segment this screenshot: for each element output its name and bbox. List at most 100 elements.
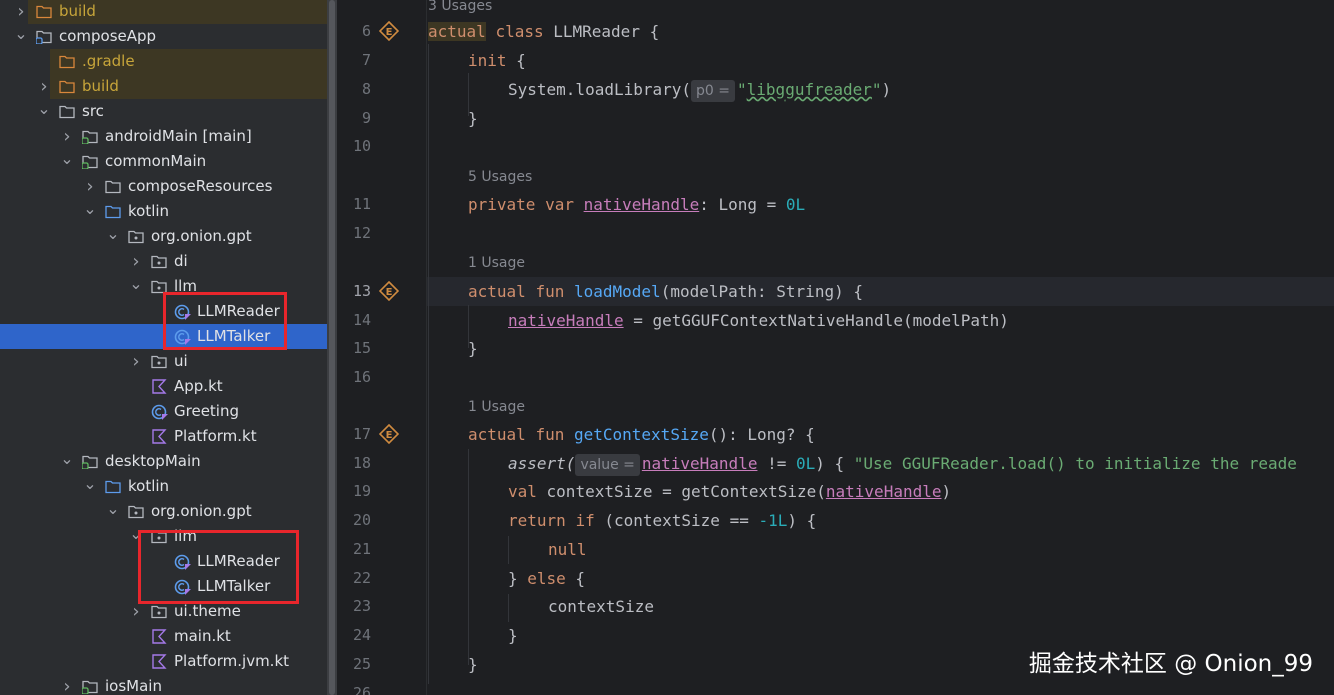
chevron-right-icon[interactable]: › bbox=[129, 349, 143, 374]
line-number: 6 bbox=[361, 22, 371, 40]
tree-item[interactable]: Platform.kt bbox=[0, 424, 327, 449]
chevron-down-icon[interactable]: ⌄ bbox=[106, 499, 120, 524]
kotlin-file-icon bbox=[151, 379, 167, 394]
chevron-down-icon[interactable]: ⌄ bbox=[83, 474, 97, 499]
line-number: 18 bbox=[352, 454, 371, 472]
chevron-down-icon[interactable]: ⌄ bbox=[14, 24, 28, 49]
folder-blue-icon bbox=[105, 204, 121, 219]
tree-item[interactable]: › ui bbox=[0, 349, 327, 374]
line-number: 26 bbox=[352, 684, 371, 695]
chevron-down-icon[interactable]: ⌄ bbox=[60, 149, 74, 174]
inlay-hint-p0: p0 = bbox=[691, 80, 736, 102]
folder-orange-icon bbox=[59, 79, 75, 94]
tree-item[interactable]: › build bbox=[17, 0, 327, 24]
chevron-down-icon[interactable]: ⌄ bbox=[60, 449, 74, 474]
code-line-14[interactable]: nativeHandle = getGGUFContextNativeHandl… bbox=[508, 306, 1009, 335]
code-line-23[interactable]: contextSize bbox=[548, 592, 654, 621]
code-line-17[interactable]: actual fun getContextSize(): Long? { bbox=[468, 420, 815, 449]
chevron-right-icon[interactable]: › bbox=[83, 174, 97, 199]
code-line-6[interactable]: actual class LLMReader { bbox=[428, 17, 659, 46]
chevron-right-icon[interactable]: › bbox=[129, 249, 143, 274]
editor-gutter: 6 E 7 8 9 10 11 12 13 E 14 15 16 17 E 18 19 20 21 22 23 24 25 2… bbox=[337, 0, 427, 695]
line-number: 9 bbox=[361, 109, 371, 127]
tree-item[interactable]: .gradle bbox=[50, 49, 327, 74]
expect-declaration-icon[interactable]: E bbox=[378, 280, 400, 302]
line-number: 8 bbox=[361, 80, 371, 98]
code-line-13[interactable]: actual fun loadModel(modelPath: String) … bbox=[468, 277, 863, 306]
code-editor[interactable]: 6 E 7 8 9 10 11 12 13 E 14 15 16 17 E 18 19 20 21 22 23 24 25 2… bbox=[337, 0, 1334, 695]
scrollbar-thumb[interactable] bbox=[329, 0, 335, 695]
tree-item[interactable]: ⌄ org.onion.gpt bbox=[0, 499, 327, 524]
chevron-right-icon[interactable]: › bbox=[37, 74, 51, 99]
code-line-18[interactable]: assert(value = nativeHandle != 0L) { "Use… bbox=[508, 449, 1297, 478]
code-line-21[interactable]: null bbox=[548, 535, 587, 564]
indent-guide bbox=[508, 594, 509, 622]
indent-guide bbox=[468, 449, 469, 665]
tree-item[interactable]: ⌄ org.onion.gpt bbox=[0, 224, 327, 249]
tree-item-label: commonMain bbox=[105, 152, 207, 170]
chevron-right-icon[interactable]: › bbox=[60, 674, 74, 695]
chevron-down-icon[interactable]: ⌄ bbox=[129, 274, 143, 299]
usages-hint[interactable]: 3 Usages bbox=[428, 0, 492, 17]
package-icon bbox=[151, 254, 167, 269]
expect-declaration-icon[interactable]: E bbox=[378, 20, 400, 42]
tree-item-label: ui bbox=[174, 352, 188, 370]
tree-item[interactable]: main.kt bbox=[0, 624, 327, 649]
chevron-down-icon[interactable]: ⌄ bbox=[83, 199, 97, 224]
annotation-box bbox=[138, 530, 299, 604]
tree-item[interactable]: › composeResources bbox=[0, 174, 327, 199]
chevron-right-icon[interactable]: › bbox=[14, 0, 28, 24]
folder-orange-icon bbox=[59, 54, 75, 69]
tree-item[interactable]: Greeting bbox=[0, 399, 327, 424]
chevron-down-icon[interactable]: ⌄ bbox=[106, 224, 120, 249]
chevron-down-icon[interactable]: ⌄ bbox=[37, 99, 51, 124]
watermark: 掘金技术社区 @ Onion_99 bbox=[1028, 651, 1313, 677]
tree-item-label: composeResources bbox=[128, 177, 273, 195]
tree-item-label: Platform.kt bbox=[174, 427, 257, 445]
tree-item[interactable]: ⌄ src bbox=[0, 99, 327, 124]
code-line-15[interactable]: } bbox=[468, 334, 478, 363]
package-icon bbox=[128, 504, 144, 519]
code-line-24[interactable]: } bbox=[508, 621, 518, 650]
usages-hint[interactable]: 1 Usage bbox=[468, 396, 525, 418]
tree-item-label: kotlin bbox=[128, 202, 170, 220]
tree-item[interactable]: › androidMain [main] bbox=[0, 124, 327, 149]
tree-item-label: src bbox=[82, 102, 104, 120]
project-tree-panel: › build ⌄ composeApp .gradle › build ⌄ src › andro… bbox=[0, 0, 327, 695]
line-number: 14 bbox=[352, 311, 371, 329]
line-number: 16 bbox=[352, 368, 371, 386]
inlay-hint-value: value = bbox=[575, 454, 640, 476]
code-line-8[interactable]: System.loadLibrary(p0 = "libggufreader") bbox=[508, 75, 891, 104]
line-number: 13 bbox=[352, 282, 371, 300]
tree-item-label: Platform.jvm.kt bbox=[174, 652, 290, 670]
tree-item[interactable]: › iosMain bbox=[0, 674, 327, 695]
chevron-right-icon[interactable]: › bbox=[60, 124, 74, 149]
usages-hint[interactable]: 1 Usage bbox=[468, 252, 525, 274]
tree-item[interactable]: ⌄ kotlin bbox=[0, 474, 327, 499]
tree-item-label: build bbox=[82, 77, 119, 95]
project-tree-scrollbar[interactable] bbox=[327, 0, 337, 695]
code-line-7[interactable]: init { bbox=[468, 46, 526, 75]
package-icon bbox=[151, 354, 167, 369]
tree-item[interactable]: ⌄ commonMain bbox=[0, 149, 327, 174]
code-line-25[interactable]: } bbox=[468, 650, 478, 679]
tree-item[interactable]: ⌄ composeApp bbox=[0, 24, 327, 49]
tree-item[interactable]: › build bbox=[40, 74, 327, 99]
folder-icon bbox=[105, 179, 121, 194]
tree-item[interactable]: Platform.jvm.kt bbox=[0, 649, 327, 674]
code-line-20[interactable]: return if (contextSize == -1L) { bbox=[508, 506, 816, 535]
code-line-9[interactable]: } bbox=[468, 104, 478, 133]
tree-item[interactable]: › di bbox=[0, 249, 327, 274]
line-number: 7 bbox=[361, 51, 371, 69]
tree-item[interactable]: ⌄ desktopMain bbox=[0, 449, 327, 474]
tree-item[interactable]: App.kt bbox=[0, 374, 327, 399]
usages-hint[interactable]: 5 Usages bbox=[468, 166, 532, 188]
folder-blue-icon bbox=[105, 479, 121, 494]
code-line-22[interactable]: } else { bbox=[508, 564, 585, 593]
code-line-19[interactable]: val contextSize = getContextSize(nativeH… bbox=[508, 477, 951, 506]
tree-item-label: desktopMain bbox=[105, 452, 201, 470]
tree-item[interactable]: ⌄ kotlin bbox=[0, 199, 327, 224]
line-number: 19 bbox=[352, 482, 371, 500]
expect-declaration-icon[interactable]: E bbox=[378, 423, 400, 445]
code-line-11[interactable]: private var nativeHandle: Long = 0L bbox=[468, 190, 805, 219]
